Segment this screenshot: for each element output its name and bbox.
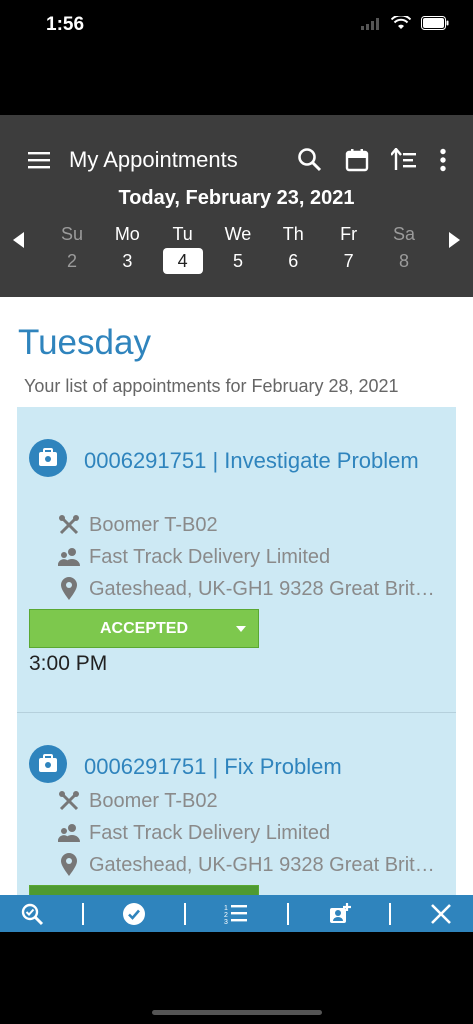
appointments-subheading: Your list of appointments for February 2… xyxy=(24,376,399,396)
weekday-name: Fr xyxy=(340,224,358,244)
weekday-date: 7 xyxy=(343,251,354,271)
weekday-date: 3 xyxy=(122,251,133,271)
numbered-list-icon[interactable]: 123 xyxy=(222,900,250,928)
add-contact-icon[interactable] xyxy=(325,900,353,928)
equipment-line: Boomer T-B02 xyxy=(57,513,218,537)
appointment-time: 3:00 PM xyxy=(29,652,108,675)
weekday-date: 5 xyxy=(232,251,243,271)
week-day-tu[interactable]: Tu 4 xyxy=(161,222,205,274)
status-label: ACCEPTED xyxy=(99,619,188,637)
address-text: Gateshead, UK-GH1 9328 Great Brit… xyxy=(89,853,435,876)
svg-text:2: 2 xyxy=(224,912,228,919)
weekday-date: 6 xyxy=(288,251,299,271)
location-pin-icon xyxy=(57,853,81,877)
status-time: 1:56 xyxy=(46,14,85,35)
weekday-date: 2 xyxy=(66,251,77,271)
appointment-title[interactable]: 0006291751 | Fix Problem xyxy=(29,750,439,784)
week-day-th[interactable]: Th 6 xyxy=(271,222,315,274)
day-heading: Tuesday xyxy=(18,323,151,362)
weekday-name: Tu xyxy=(172,224,193,244)
appointment-card[interactable]: 0006291751 | Investigate Problem Boomer … xyxy=(17,407,456,713)
location-pin-icon xyxy=(57,577,81,601)
weekday-name: Sa xyxy=(392,224,415,244)
search-check-icon[interactable] xyxy=(18,900,46,928)
people-icon xyxy=(57,821,81,845)
equipment-text: Boomer T-B02 xyxy=(89,789,218,812)
appointment-card[interactable]: 0006291751 | Fix Problem Boomer T-B02 Fa… xyxy=(17,713,456,897)
status-dropdown-button[interactable]: ACCEPTED xyxy=(29,609,259,648)
week-day-su[interactable]: Su 2 xyxy=(50,222,94,274)
people-icon xyxy=(57,545,81,569)
equipment-text: Boomer T-B02 xyxy=(89,513,218,536)
equipment-line: Boomer T-B02 xyxy=(57,789,218,813)
close-icon[interactable] xyxy=(427,900,455,928)
divider xyxy=(388,902,391,925)
previous-week-icon[interactable] xyxy=(13,232,24,248)
week-selector: Su 2 Mo 3 Tu 4 We 5 Th 6 Fr 7 Sa 8 xyxy=(50,222,426,274)
sort-icon[interactable] xyxy=(390,147,417,177)
more-options-icon[interactable] xyxy=(439,148,447,177)
calendar-icon[interactable] xyxy=(345,148,369,177)
status-bar: 1:56 xyxy=(0,0,473,115)
hamburger-menu-icon[interactable] xyxy=(27,148,51,177)
search-icon[interactable] xyxy=(297,147,323,178)
svg-text:3: 3 xyxy=(224,919,228,926)
address-line: Gateshead, UK-GH1 9328 Great Brit… xyxy=(57,577,435,601)
check-circle-icon[interactable] xyxy=(120,900,148,928)
appointment-list[interactable]: 0006291751 | Investigate Problem Boomer … xyxy=(17,407,456,897)
main-content: Tuesday Your list of appointments for Fe… xyxy=(0,297,473,897)
signal-icon xyxy=(361,17,381,35)
toolbar xyxy=(297,147,447,178)
appointment-title[interactable]: 0006291751 | Investigate Problem xyxy=(29,444,439,478)
svg-text:1: 1 xyxy=(224,905,228,912)
wifi-icon xyxy=(390,14,412,35)
address-text: Gateshead, UK-GH1 9328 Great Brit… xyxy=(89,577,435,600)
weekday-name: Su xyxy=(60,224,84,244)
chevron-down-icon xyxy=(236,626,246,632)
weekday-date: 4 xyxy=(162,248,203,274)
weekday-name: We xyxy=(224,224,252,244)
week-day-fr[interactable]: Fr 7 xyxy=(327,222,371,274)
tools-icon xyxy=(57,513,81,537)
week-day-mo[interactable]: Mo 3 xyxy=(105,222,149,274)
address-line: Gateshead, UK-GH1 9328 Great Brit… xyxy=(57,853,435,877)
page-title: My Appointments xyxy=(69,147,238,172)
customer-line: Fast Track Delivery Limited xyxy=(57,821,330,845)
divider xyxy=(184,902,187,925)
customer-line: Fast Track Delivery Limited xyxy=(57,545,330,569)
bottom-action-bar: 123 xyxy=(0,895,473,932)
divider xyxy=(286,902,289,925)
status-icons xyxy=(361,14,449,35)
customer-text: Fast Track Delivery Limited xyxy=(89,821,331,844)
week-day-sa[interactable]: Sa 8 xyxy=(382,222,426,274)
today-date-label: Today, February 23, 2021 xyxy=(118,187,355,209)
tools-icon xyxy=(57,789,81,813)
next-week-icon[interactable] xyxy=(449,232,460,248)
weekday-name: Mo xyxy=(114,224,140,244)
week-day-we[interactable]: We 5 xyxy=(216,222,260,274)
weekday-date: 8 xyxy=(398,251,409,271)
battery-icon xyxy=(421,16,449,35)
home-indicator xyxy=(152,1010,322,1015)
divider xyxy=(82,902,85,925)
weekday-name: Th xyxy=(282,224,304,244)
customer-text: Fast Track Delivery Limited xyxy=(89,545,331,568)
